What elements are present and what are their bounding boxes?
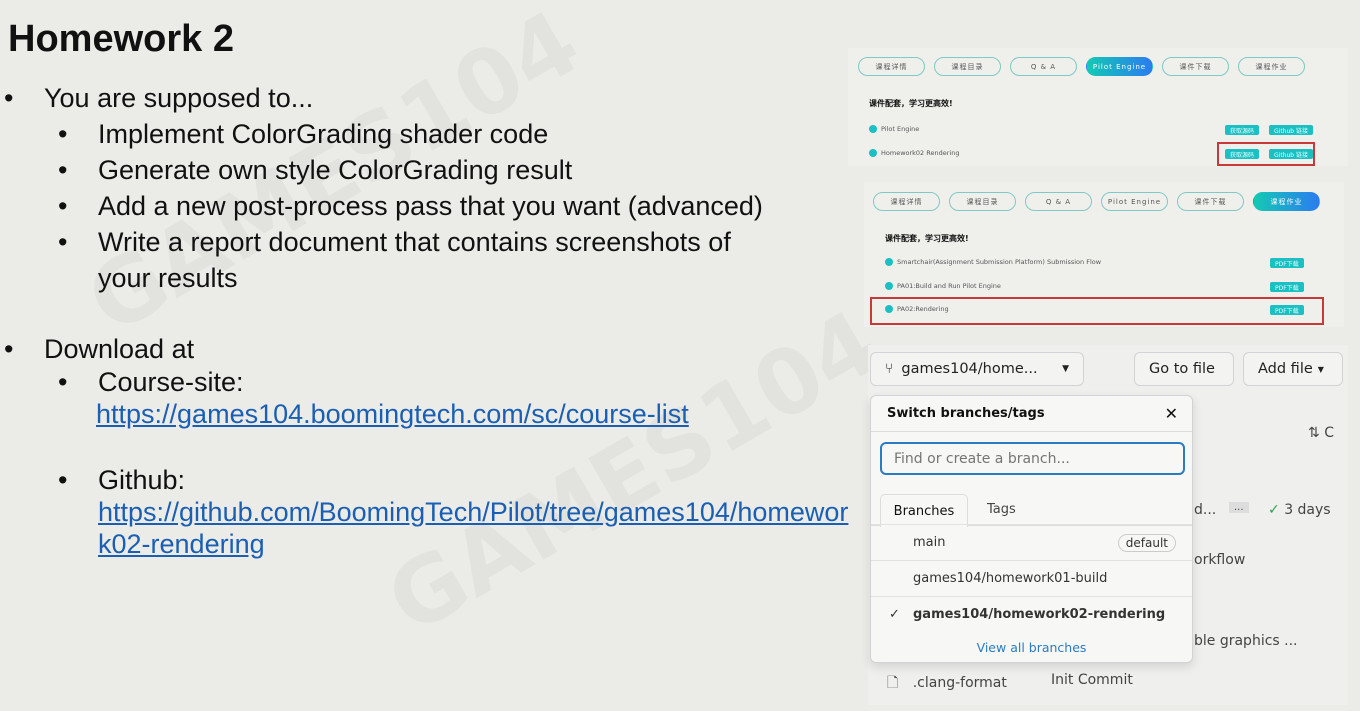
panel-heading: 课件配套，学习更高效! (869, 99, 953, 108)
close-icon[interactable]: ✕ (1165, 404, 1178, 423)
item-icon (885, 282, 893, 290)
tab-homework[interactable]: 课程作业 (1238, 57, 1305, 76)
get-source-button[interactable]: 获取源码 (1225, 125, 1260, 135)
file-row[interactable]: 🗋 .clang-format (887, 672, 1007, 696)
tab-branches[interactable]: Branches (880, 494, 968, 527)
bullet-continuation: your results (98, 263, 238, 293)
pdf-download-button[interactable]: PDF下载 (1270, 282, 1304, 292)
branch-item[interactable]: games104/homework01-build (871, 560, 1192, 596)
commit-time: ✓ 3 days (1268, 502, 1331, 518)
bullet: • Write a report document that contains s… (58, 227, 731, 257)
github-link[interactable]: https://github.com/BoomingTech/Pilot/tre… (98, 497, 848, 527)
branch-item-main[interactable]: main default (871, 524, 1192, 560)
dropdown-title: Switch branches/tags (887, 406, 1045, 421)
expand-button[interactable]: ... (1229, 502, 1249, 513)
tab-homework[interactable]: 课程作业 (1253, 192, 1320, 211)
bullet: • Github: (58, 465, 186, 495)
bullet: • Download at (4, 334, 195, 364)
bullet: • Course-site: (58, 367, 244, 397)
bullet: • Add a new post-process pass that you wa… (58, 191, 763, 221)
course-tabs: 课程详情 课程目录 Q & A Pilot Engine 课件下载 课程作业 (858, 57, 1305, 76)
branch-search-input[interactable] (880, 442, 1185, 475)
view-all-branches-link[interactable]: View all branches (871, 640, 1192, 655)
bullet: • You are supposed to... (4, 83, 314, 113)
list-item: Pilot Engine (869, 125, 919, 133)
tab-qa[interactable]: Q & A (1025, 192, 1092, 211)
tab-tags[interactable]: Tags (987, 502, 1016, 517)
file-icon: 🗋 (887, 675, 899, 691)
item-icon (869, 149, 877, 157)
go-to-file-button[interactable]: Go to file (1134, 352, 1234, 386)
branch-dropdown: Switch branches/tags ✕ Branches Tags main… (870, 395, 1193, 663)
file-commit-message: ble graphics ... (1194, 633, 1298, 649)
item-icon (885, 258, 893, 266)
list-item: PA01:Build and Run Pilot Engine (885, 282, 1001, 290)
list-item: Homework02 Rendering (869, 149, 959, 157)
tab-details[interactable]: 课程详情 (858, 57, 925, 76)
bullet: • Implement ColorGrading shader code (58, 119, 549, 149)
item-icon (869, 125, 877, 133)
highlight-box (870, 297, 1324, 325)
course-tabs: 课程详情 课程目录 Q & A Pilot Engine 课件下载 课程作业 (873, 192, 1320, 211)
pull-request-icon: ⇅ C (1308, 425, 1334, 441)
file-commit-message: orkflow (1194, 552, 1246, 568)
git-branch-icon: ⑂ (885, 361, 894, 377)
github-link-button[interactable]: Github 链接 (1269, 125, 1313, 135)
github-link-continued[interactable]: k02-rendering (98, 529, 265, 559)
tab-qa[interactable]: Q & A (1010, 57, 1077, 76)
bullet: • Generate own style ColorGrading result (58, 155, 573, 185)
tab-pilot-engine[interactable]: Pilot Engine (1086, 57, 1153, 76)
check-icon: ✓ (1268, 502, 1280, 518)
add-file-button[interactable]: Add file ▼ (1243, 352, 1343, 386)
pdf-download-button[interactable]: PDF下载 (1270, 258, 1304, 268)
commit-message: d... (1194, 502, 1217, 518)
page-title: Homework 2 (8, 18, 234, 60)
branch-item-selected[interactable]: ✓ games104/homework02-rendering (871, 596, 1192, 632)
watermark: GAMES104 (370, 290, 896, 655)
branch-select-button[interactable]: ⑂ games104/home... ▼ (870, 352, 1084, 386)
tab-catalog[interactable]: 课程目录 (949, 192, 1016, 211)
tab-pilot-engine[interactable]: Pilot Engine (1101, 192, 1168, 211)
tab-details[interactable]: 课程详情 (873, 192, 940, 211)
tab-downloads[interactable]: 课件下载 (1162, 57, 1229, 76)
default-badge: default (1117, 533, 1176, 552)
file-commit-message: Init Commit (1051, 672, 1133, 688)
course-site-link[interactable]: https://games104.boomingtech.com/sc/cour… (96, 399, 689, 429)
caret-down-icon: ▼ (1317, 364, 1324, 374)
list-item: Smartchair(Assignment Submission Platfor… (885, 258, 1101, 266)
check-icon: ✓ (889, 607, 900, 622)
panel-heading: 课件配套，学习更高效! (885, 234, 969, 243)
caret-down-icon: ▼ (1062, 364, 1069, 374)
tab-catalog[interactable]: 课程目录 (934, 57, 1001, 76)
highlight-box (1217, 142, 1315, 166)
tab-downloads[interactable]: 课件下载 (1177, 192, 1244, 211)
